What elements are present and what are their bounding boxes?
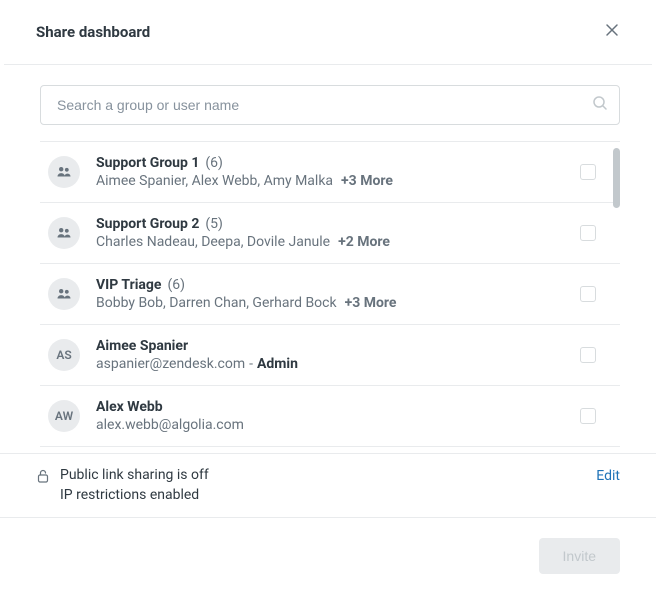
group-icon bbox=[48, 217, 80, 249]
search-icon bbox=[592, 95, 608, 115]
select-checkbox[interactable] bbox=[580, 286, 596, 302]
row-name: Support Group 1 bbox=[96, 155, 199, 171]
list-item[interactable]: AW Alex Webb alex.webb@algolia.com bbox=[40, 386, 620, 447]
select-checkbox[interactable] bbox=[580, 225, 596, 241]
invite-button[interactable]: Invite bbox=[539, 538, 620, 574]
row-role: Admin bbox=[257, 356, 298, 372]
row-subtitle: alex.webb@algolia.com bbox=[96, 417, 564, 433]
share-list: Support Group 1 (6) Aimee Spanier, Alex We… bbox=[40, 141, 620, 453]
row-subtitle: Charles Nadeau, Deepa, Dovile Janule +2 M… bbox=[96, 234, 564, 250]
status-line-2: IP restrictions enabled bbox=[60, 486, 209, 506]
row-subtitle: Aimee Spanier, Alex Webb, Amy Malka +3 Mo… bbox=[96, 173, 564, 189]
edit-link[interactable]: Edit bbox=[596, 468, 620, 484]
row-count: (5) bbox=[205, 216, 223, 232]
row-count: (6) bbox=[205, 155, 223, 171]
group-icon bbox=[48, 278, 80, 310]
select-checkbox[interactable] bbox=[580, 347, 596, 363]
dialog-body: Support Group 1 (6) Aimee Spanier, Alex We… bbox=[0, 65, 656, 453]
status-text: Public link sharing is off IP restrictio… bbox=[60, 466, 209, 505]
row-main: Support Group 2 (5) Charles Nadeau, Deepa,… bbox=[96, 216, 564, 250]
row-main: Alex Webb alex.webb@algolia.com bbox=[96, 399, 564, 433]
row-more: +3 More bbox=[345, 295, 397, 311]
close-button[interactable] bbox=[600, 18, 624, 46]
row-members: Charles Nadeau, Deepa, Dovile Janule bbox=[96, 234, 330, 250]
row-more: +2 More bbox=[338, 234, 390, 250]
row-sep: - bbox=[249, 356, 253, 372]
row-members: Aimee Spanier, Alex Webb, Amy Malka bbox=[96, 173, 333, 189]
row-main: Aimee Spanier aspanier@zendesk.com- Admin bbox=[96, 338, 564, 372]
row-main: VIP Triage (6) Bobby Bob, Darren Chan, Ger… bbox=[96, 277, 564, 311]
search-input[interactable] bbox=[40, 85, 620, 125]
dialog-header: Share dashboard bbox=[0, 0, 656, 64]
dialog-footer: Invite bbox=[0, 518, 656, 594]
select-checkbox[interactable] bbox=[580, 408, 596, 424]
close-icon bbox=[604, 22, 620, 38]
row-subtitle: Bobby Bob, Darren Chan, Gerhard Bock +3 M… bbox=[96, 295, 564, 311]
list-item[interactable]: AS Aimee Spanier aspanier@zendesk.com- Adm… bbox=[40, 325, 620, 386]
row-more: +3 More bbox=[341, 173, 393, 189]
select-checkbox[interactable] bbox=[580, 164, 596, 180]
row-members: Bobby Bob, Darren Chan, Gerhard Bock bbox=[96, 295, 337, 311]
unlock-icon bbox=[36, 468, 50, 487]
dialog-title: Share dashboard bbox=[36, 23, 150, 41]
group-icon bbox=[48, 156, 80, 188]
list-item[interactable]: Support Group 1 (6) Aimee Spanier, Alex We… bbox=[40, 142, 620, 203]
row-email: aspanier@zendesk.com bbox=[96, 356, 245, 372]
row-subtitle: aspanier@zendesk.com- Admin bbox=[96, 356, 564, 372]
row-name: Aimee Spanier bbox=[96, 338, 188, 354]
row-name: Support Group 2 bbox=[96, 216, 199, 232]
list-item[interactable]: AMAmy Malka bbox=[40, 447, 620, 453]
row-name: Alex Webb bbox=[96, 399, 163, 415]
row-count: (6) bbox=[167, 277, 185, 293]
row-email: alex.webb@algolia.com bbox=[96, 417, 244, 433]
list-item[interactable]: VIP Triage (6) Bobby Bob, Darren Chan, Ger… bbox=[40, 264, 620, 325]
status-line-1: Public link sharing is off bbox=[60, 466, 209, 486]
search-wrap bbox=[40, 85, 620, 125]
avatar: AS bbox=[48, 339, 80, 371]
list-item[interactable]: Support Group 2 (5) Charles Nadeau, Deepa,… bbox=[40, 203, 620, 264]
avatar: AW bbox=[48, 400, 80, 432]
row-main: Support Group 1 (6) Aimee Spanier, Alex We… bbox=[96, 155, 564, 189]
scrollbar-thumb[interactable] bbox=[613, 148, 620, 208]
status-bar: Public link sharing is off IP restrictio… bbox=[0, 453, 656, 518]
row-name: VIP Triage bbox=[96, 277, 161, 293]
